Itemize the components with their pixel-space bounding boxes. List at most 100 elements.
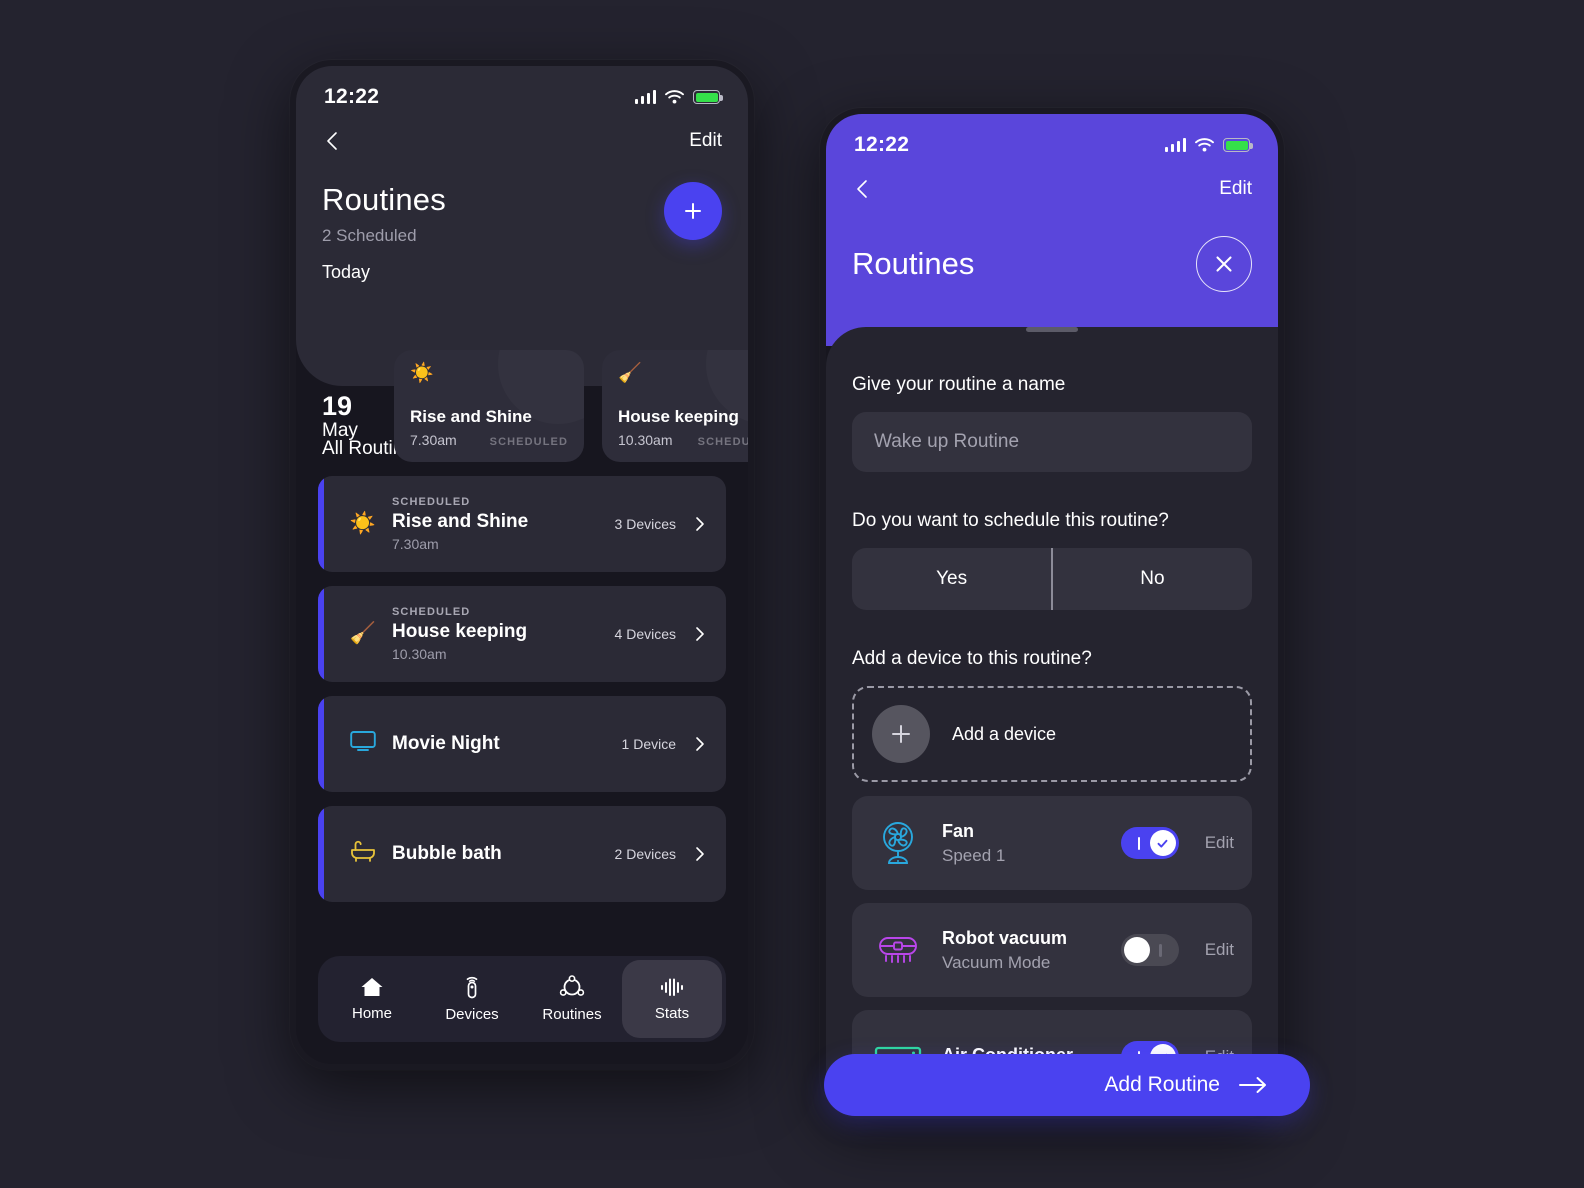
routine-name: Bubble bath <box>392 843 502 864</box>
routine-time: 10.30am <box>392 646 447 662</box>
routine-row-rise-and-shine[interactable]: ☀️ SCHEDULED Rise and Shine 7.30am 3 Dev… <box>318 476 726 572</box>
right-purple-header: 12:22 Edit Routines <box>826 114 1278 346</box>
name-field-label: Give your routine a name <box>852 374 1066 395</box>
routine-device-count: 2 Devices <box>614 846 676 862</box>
today-month: May <box>322 420 358 442</box>
add-device-circle <box>872 705 930 763</box>
schedule-option-yes[interactable]: Yes <box>852 568 1051 590</box>
today-routine-card[interactable]: 🧹 House keeping 10.30am SCHEDULED <box>602 350 748 462</box>
tab-label: Home <box>351 1005 392 1022</box>
sun-icon: ☀️ <box>349 512 377 535</box>
today-card-tag: SCHEDULED <box>697 436 748 448</box>
device-edit-button[interactable]: Edit <box>1205 940 1234 960</box>
broom-icon: 🧹 <box>349 622 377 645</box>
today-card-name: House keeping <box>618 407 739 426</box>
today-card-name: Rise and Shine <box>410 407 532 426</box>
edit-button[interactable]: Edit <box>1219 178 1252 200</box>
edit-button[interactable]: Edit <box>689 130 722 152</box>
robot-vacuum-icon <box>870 932 926 968</box>
routine-device-count: 1 Device <box>621 736 676 752</box>
plus-icon <box>892 725 910 743</box>
schedule-option-no[interactable]: No <box>1053 568 1252 590</box>
close-button[interactable] <box>1196 236 1252 292</box>
left-header-panel: 12:22 Edit Routines 2 Scheduled Today <box>296 66 748 386</box>
routine-row-house-keeping[interactable]: 🧹 SCHEDULED House keeping 10.30am 4 Devi… <box>318 586 726 682</box>
arrow-right-icon <box>1239 1077 1266 1093</box>
left-nav-row: Edit <box>296 112 748 158</box>
schedule-question-label: Do you want to schedule this routine? <box>852 510 1169 531</box>
routine-tag: SCHEDULED <box>392 606 471 618</box>
device-mode: Vacuum Mode <box>942 952 1051 972</box>
add-device-label: Add a device <box>952 723 1057 744</box>
chevron-right-icon <box>696 627 704 641</box>
add-routine-fab[interactable] <box>664 182 722 240</box>
right-title-row: Routines <box>826 206 1278 292</box>
routine-row-movie-night[interactable]: Movie Night 1 Device <box>318 696 726 792</box>
tab-label: Routines <box>542 1006 602 1023</box>
check-icon <box>1157 839 1168 848</box>
chevron-right-icon <box>696 847 704 861</box>
submit-label: Add Routine <box>1104 1073 1220 1096</box>
home-icon <box>361 978 383 996</box>
device-name: Fan <box>942 820 975 841</box>
device-toggle[interactable] <box>1120 934 1179 966</box>
tab-stats[interactable]: Stats <box>622 960 722 1038</box>
left-screen: 12:22 Edit Routines 2 Scheduled Today 19… <box>296 66 748 1064</box>
signal-bars-icon <box>634 90 656 104</box>
right-screen: 12:22 Edit Routines Give your routine a … <box>826 114 1278 1112</box>
tab-label: Stats <box>654 1005 690 1022</box>
chevron-left-icon[interactable] <box>852 178 874 200</box>
status-icons <box>1164 138 1253 152</box>
tab-label: Devices <box>445 1006 499 1023</box>
page-title: Routines <box>852 246 975 281</box>
tab-devices[interactable]: Devices <box>422 960 522 1038</box>
routine-row-bubble-bath[interactable]: Bubble bath 2 Devices <box>318 806 726 902</box>
signal-bars-icon <box>1164 138 1186 152</box>
routines-icon <box>559 975 585 996</box>
phone-right: 12:22 Edit Routines Give your routine a … <box>820 108 1284 1118</box>
device-row-fan[interactable]: Fan Speed 1 Edit <box>852 796 1252 890</box>
today-routine-card[interactable]: ☀️ Rise and Shine 7.30am SCHEDULED <box>394 350 584 462</box>
tab-home[interactable]: Home <box>322 960 422 1038</box>
status-bar: 12:22 <box>296 66 748 112</box>
today-day: 19 <box>322 391 353 421</box>
chevron-left-icon[interactable] <box>322 130 344 152</box>
page-title: Routines <box>322 182 446 217</box>
remote-icon <box>466 976 478 999</box>
toggle-knob <box>1149 830 1176 856</box>
wifi-icon <box>1195 138 1214 152</box>
today-label: Today <box>322 262 371 282</box>
sun-icon: ☀️ <box>410 363 434 384</box>
add-routine-submit-button[interactable]: Add Routine <box>824 1054 1310 1116</box>
routine-device-count: 3 Devices <box>614 516 676 532</box>
chevron-right-icon <box>696 737 704 751</box>
device-row-robot-vacuum[interactable]: Robot vacuum Vacuum Mode Edit <box>852 903 1252 997</box>
add-device-dropzone[interactable]: Add a device <box>852 686 1252 782</box>
routine-name: Rise and Shine <box>392 511 529 532</box>
today-card-time: 7.30am <box>410 432 457 448</box>
tab-routines[interactable]: Routines <box>522 960 622 1038</box>
plus-icon <box>685 203 701 219</box>
today-card-time: 10.30am <box>618 432 673 448</box>
stats-icon <box>661 978 683 996</box>
routine-list: ☀️ SCHEDULED Rise and Shine 7.30am 3 Dev… <box>296 460 748 902</box>
routine-name-input[interactable]: Wake up Routine <box>852 412 1252 472</box>
phone-left: 12:22 Edit Routines 2 Scheduled Today 19… <box>290 60 754 1070</box>
page-subtitle: 2 Scheduled <box>322 226 417 245</box>
routine-name: House keeping <box>392 621 528 642</box>
close-icon <box>1216 256 1232 272</box>
routine-name-placeholder: Wake up Routine <box>874 431 1020 452</box>
routine-name: Movie Night <box>392 733 500 754</box>
wifi-icon <box>665 90 684 104</box>
fan-icon <box>870 820 926 866</box>
status-clock: 12:22 <box>324 85 380 108</box>
chevron-right-icon <box>696 517 704 531</box>
canvas: 12:22 Edit Routines 2 Scheduled Today 19… <box>0 0 1584 1188</box>
device-edit-button[interactable]: Edit <box>1205 833 1234 853</box>
today-date: 19 May <box>322 392 358 442</box>
device-question-label: Add a device to this routine? <box>852 648 1092 669</box>
device-toggle[interactable] <box>1120 827 1179 859</box>
left-title-row: Routines 2 Scheduled <box>296 158 748 246</box>
routine-tag: SCHEDULED <box>392 496 471 508</box>
status-icons <box>634 90 723 104</box>
